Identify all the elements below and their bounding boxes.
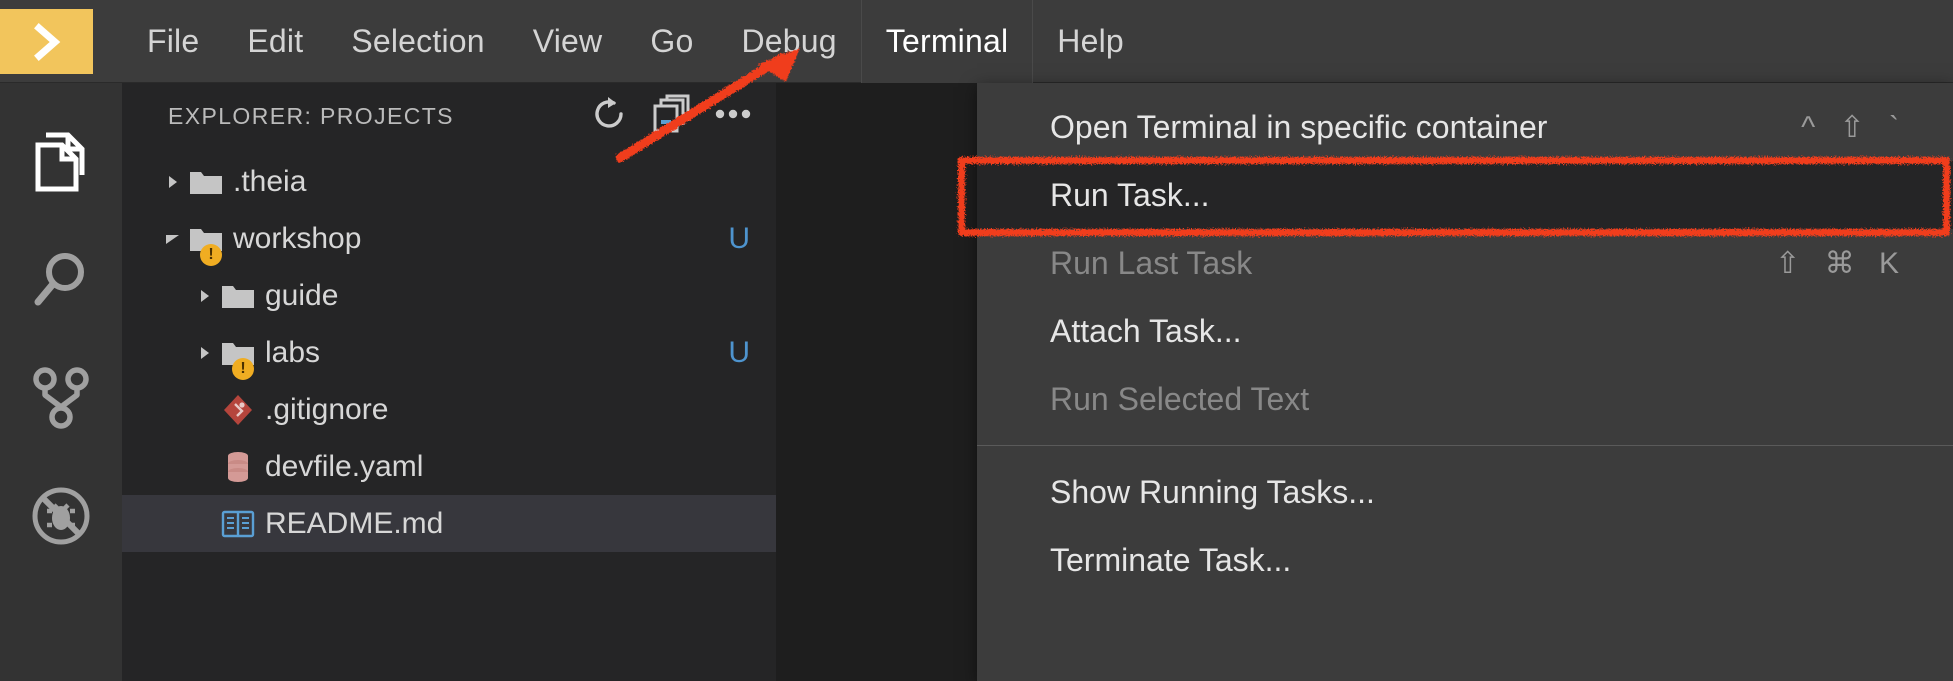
twisty-collapsed-icon[interactable] <box>192 286 218 306</box>
menu-separator <box>977 445 1953 446</box>
menu-option-terminate-task[interactable]: Terminate Task... <box>977 526 1953 594</box>
menu-option-label: Attach Task... <box>1050 313 1913 350</box>
twisty-expanded-icon[interactable] <box>160 231 186 247</box>
menu-item-go[interactable]: Go <box>626 0 717 83</box>
menu-option-shortcut: ⇧ ⌘ K <box>1775 246 1913 281</box>
menu-bar: FileEditSelectionViewGoDebugTerminalHelp <box>0 0 1953 83</box>
tree-item-label: devfile.yaml <box>265 450 423 484</box>
menu-item-debug[interactable]: Debug <box>717 0 860 83</box>
git-status-badge: U <box>728 222 750 256</box>
menu-option-attach-task[interactable]: Attach Task... <box>977 297 1953 365</box>
twisty-collapsed-icon[interactable] <box>160 172 186 192</box>
app-logo-button[interactable] <box>0 9 93 74</box>
refresh-button[interactable] <box>588 95 630 137</box>
folder-icon <box>186 168 226 196</box>
tree-row[interactable]: .gitignore <box>122 381 776 438</box>
refresh-icon <box>590 95 628 138</box>
menu-option-show-running-tasks[interactable]: Show Running Tasks... <box>977 458 1953 526</box>
menu-option-shortcut: ^ ⇧ ` <box>1801 110 1913 145</box>
more-actions-icon <box>714 107 752 126</box>
menu-option-open-terminal-in-specific-container[interactable]: Open Terminal in specific container^ ⇧ ` <box>977 93 1953 161</box>
tree-item-label: labs <box>265 336 320 370</box>
menu-item-edit[interactable]: Edit <box>223 0 327 83</box>
warning-badge: ! <box>232 358 254 380</box>
more-actions-button[interactable] <box>712 95 754 137</box>
chevron-right-logo-icon <box>29 22 65 62</box>
activity-item-source-control[interactable] <box>0 341 122 459</box>
menu-option-run-last-task: Run Last Task⇧ ⌘ K <box>977 229 1953 297</box>
tree-row[interactable]: !labsU <box>122 324 776 381</box>
folder-icon: ! <box>218 339 258 367</box>
folder-icon: ! <box>186 225 226 253</box>
menu-item-view[interactable]: View <box>509 0 627 83</box>
search-icon <box>32 250 90 315</box>
activity-item-debug-disabled[interactable] <box>0 459 122 577</box>
tree-item-label: guide <box>265 279 338 313</box>
menu-option-label: Run Last Task <box>1050 245 1775 282</box>
folder-icon <box>218 282 258 310</box>
menu-item-terminal[interactable]: Terminal <box>861 0 1034 83</box>
terminal-dropdown-menu: Open Terminal in specific container^ ⇧ `… <box>977 83 1953 681</box>
twisty-collapsed-icon[interactable] <box>192 343 218 363</box>
menu-option-label: Open Terminal in specific container <box>1050 109 1801 146</box>
menu-item-help[interactable]: Help <box>1033 0 1148 83</box>
activity-item-search[interactable] <box>0 223 122 341</box>
ide-window: FileEditSelectionViewGoDebugTerminalHelp <box>0 0 1953 681</box>
files-icon <box>32 131 90 198</box>
menu-option-label: Show Running Tasks... <box>1050 474 1913 511</box>
git-icon <box>218 394 258 426</box>
tree-row[interactable]: guide <box>122 267 776 324</box>
tree-row[interactable]: !workshopU <box>122 210 776 267</box>
tree-row[interactable]: .theia <box>122 153 776 210</box>
tree-item-label: README.md <box>265 507 443 541</box>
menu-item-file[interactable]: File <box>123 0 223 83</box>
menu-option-label: Terminate Task... <box>1050 542 1913 579</box>
explorer-title: EXPLORER: PROJECTS <box>168 103 588 130</box>
menu-option-label: Run Selected Text <box>1050 381 1913 418</box>
md-icon <box>218 509 258 539</box>
menu-item-selection[interactable]: Selection <box>327 0 508 83</box>
collapse-all-icon <box>651 94 691 139</box>
explorer-header: EXPLORER: PROJECTS <box>122 83 776 149</box>
tree-row[interactable]: README.md <box>122 495 776 552</box>
debug-disabled-icon <box>30 485 92 552</box>
menu-option-label: Run Task... <box>1050 177 1913 214</box>
yaml-icon <box>218 451 258 483</box>
tree-item-label: .theia <box>233 165 306 199</box>
source-control-icon <box>33 367 89 434</box>
warning-badge: ! <box>200 244 222 266</box>
menu-option-run-task[interactable]: Run Task... <box>977 161 1953 229</box>
collapse-all-button[interactable] <box>650 95 692 137</box>
menu-option-run-selected-text: Run Selected Text <box>977 365 1953 433</box>
tree-item-label: .gitignore <box>265 393 388 427</box>
tree-row[interactable]: devfile.yaml <box>122 438 776 495</box>
explorer-sidebar: EXPLORER: PROJECTS <box>122 83 776 681</box>
file-tree: .theia!workshopUguide!labsU.gitignoredev… <box>122 149 776 552</box>
explorer-header-actions <box>588 95 754 137</box>
activity-item-files[interactable] <box>0 105 122 223</box>
tree-item-label: workshop <box>233 222 361 256</box>
git-status-badge: U <box>728 336 750 370</box>
activity-bar <box>0 83 122 681</box>
